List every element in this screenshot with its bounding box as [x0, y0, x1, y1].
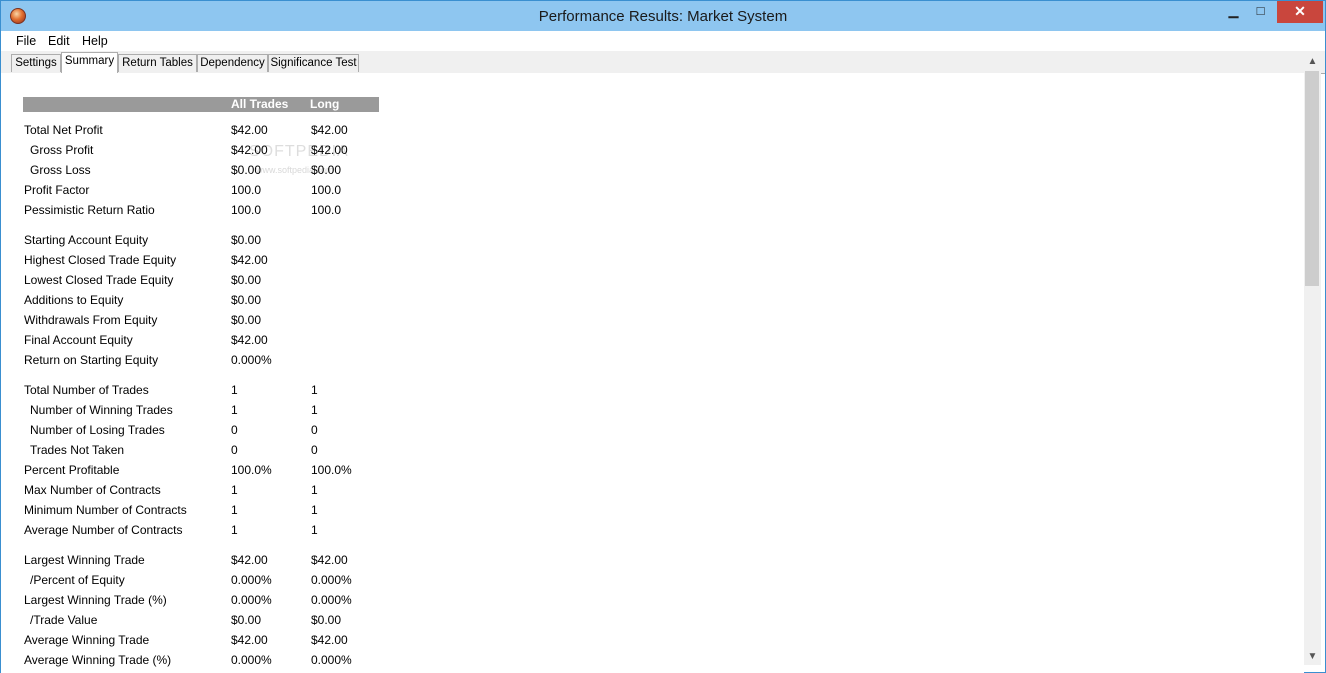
header-long: Long — [310, 97, 340, 111]
summary-panel: All Trades Long SOFTPEDIA www.softpedia.… — [1, 73, 1304, 673]
row-label: Gross Profit — [30, 143, 94, 157]
row-label: /Percent of Equity — [30, 573, 125, 587]
header-all-trades: All Trades — [231, 97, 289, 111]
all-trades-value: $42.00 — [231, 143, 268, 157]
all-trades-value: 1 — [231, 383, 238, 397]
row-label: Pessimistic Return Ratio — [24, 203, 155, 217]
row-label: Withdrawals From Equity — [24, 313, 158, 327]
scroll-up-icon[interactable]: ▲ — [1304, 53, 1321, 70]
row-label: Minimum Number of Contracts — [24, 503, 187, 517]
long-value: 0.000% — [311, 593, 352, 607]
tab-settings[interactable]: Settings — [11, 54, 61, 72]
all-trades-value: 0 — [231, 423, 238, 437]
menu-bar: File Edit Help — [1, 31, 1325, 51]
long-value: 1 — [311, 403, 318, 417]
all-trades-value: 100.0% — [231, 463, 272, 477]
menu-file[interactable]: File — [16, 34, 36, 48]
close-button[interactable]: ✕ — [1277, 1, 1323, 23]
tab-return-tables[interactable]: Return Tables — [118, 54, 197, 72]
all-trades-value: 100.0 — [231, 203, 262, 217]
long-value: 100.0 — [311, 183, 342, 197]
all-trades-value: $0.00 — [231, 613, 262, 627]
row-label: Average Winning Trade (%) — [24, 653, 172, 667]
all-trades-value: 0.000% — [231, 653, 272, 667]
tab-dependency[interactable]: Dependency — [197, 54, 268, 72]
row-label: Profit Factor — [24, 183, 90, 197]
maximize-button[interactable]: □ — [1247, 1, 1274, 23]
window-title: Performance Results: Market System — [538, 8, 788, 25]
all-trades-value: $42.00 — [231, 633, 268, 647]
row-label: Starting Account Equity — [24, 233, 149, 247]
long-value: 0 — [311, 443, 318, 457]
long-value: $42.00 — [311, 633, 348, 647]
all-trades-value: 1 — [231, 403, 238, 417]
row-label: Average Winning Trade — [24, 633, 150, 647]
row-label: Trades Not Taken — [30, 443, 125, 457]
all-trades-value: 1 — [231, 523, 238, 537]
long-value: $42.00 — [311, 553, 348, 567]
long-value: $0.00 — [311, 613, 342, 627]
row-label: Return on Starting Equity — [24, 353, 159, 367]
long-value: 100.0 — [311, 203, 342, 217]
long-value: 1 — [311, 483, 318, 497]
all-trades-value: 0.000% — [231, 353, 272, 367]
table-header: All Trades Long — [23, 97, 379, 112]
app-window: Performance Results: Market System ▁ □ ✕… — [0, 0, 1326, 673]
long-value: 0.000% — [311, 573, 352, 587]
tab-summary[interactable]: Summary — [61, 52, 118, 73]
long-value: $42.00 — [311, 123, 348, 137]
long-value: $42.00 — [311, 143, 348, 157]
row-label: Final Account Equity — [24, 333, 133, 347]
scroll-down-icon[interactable]: ▼ — [1304, 648, 1321, 665]
row-label: Average Number of Contracts — [24, 523, 183, 537]
all-trades-value: $42.00 — [231, 253, 268, 267]
long-value: 1 — [311, 523, 318, 537]
all-trades-value: $42.00 — [231, 553, 268, 567]
all-trades-value: $0.00 — [231, 233, 262, 247]
row-label: Total Net Profit — [24, 123, 103, 137]
all-trades-value: $0.00 — [231, 273, 262, 287]
all-trades-value: 0.000% — [231, 593, 272, 607]
all-trades-value: 1 — [231, 483, 238, 497]
long-value: $0.00 — [311, 163, 342, 177]
row-label: Number of Losing Trades — [30, 423, 165, 437]
all-trades-value: 0.000% — [231, 573, 272, 587]
row-label: Max Number of Contracts — [24, 483, 161, 497]
row-label: Percent Profitable — [24, 463, 120, 477]
tab-strip: Settings Summary Return Tables Dependenc… — [1, 51, 1325, 74]
all-trades-value: $0.00 — [231, 293, 262, 307]
long-value: 1 — [311, 383, 318, 397]
row-label: Number of Winning Trades — [30, 403, 173, 417]
menu-edit[interactable]: Edit — [48, 34, 70, 48]
all-trades-value: $42.00 — [231, 123, 268, 137]
row-label: Total Number of Trades — [24, 383, 149, 397]
row-label: Largest Winning Trade (%) — [24, 593, 167, 607]
title-bar[interactable]: Performance Results: Market System ▁ □ ✕ — [1, 1, 1325, 31]
row-label: Highest Closed Trade Equity — [24, 253, 177, 267]
vertical-scrollbar[interactable]: ▲ ▼ — [1304, 53, 1321, 665]
row-label: /Trade Value — [30, 613, 98, 627]
long-value: 100.0% — [311, 463, 352, 477]
menu-help[interactable]: Help — [82, 34, 108, 48]
scroll-thumb[interactable] — [1305, 71, 1319, 286]
all-trades-value: $0.00 — [231, 163, 262, 177]
all-trades-value: $0.00 — [231, 313, 262, 327]
long-value: 0.000% — [311, 653, 352, 667]
all-trades-value: 0 — [231, 443, 238, 457]
row-label: Lowest Closed Trade Equity — [24, 273, 174, 287]
row-label: Gross Loss — [30, 163, 91, 177]
row-label: Additions to Equity — [24, 293, 124, 307]
row-label: Largest Winning Trade — [24, 553, 145, 567]
minimize-button[interactable]: ▁ — [1220, 1, 1247, 23]
long-value: 1 — [311, 503, 318, 517]
all-trades-value: 100.0 — [231, 183, 262, 197]
long-value: 0 — [311, 423, 318, 437]
all-trades-value: 1 — [231, 503, 238, 517]
all-trades-value: $42.00 — [231, 333, 268, 347]
tab-significance-test[interactable]: Significance Test — [268, 54, 359, 72]
